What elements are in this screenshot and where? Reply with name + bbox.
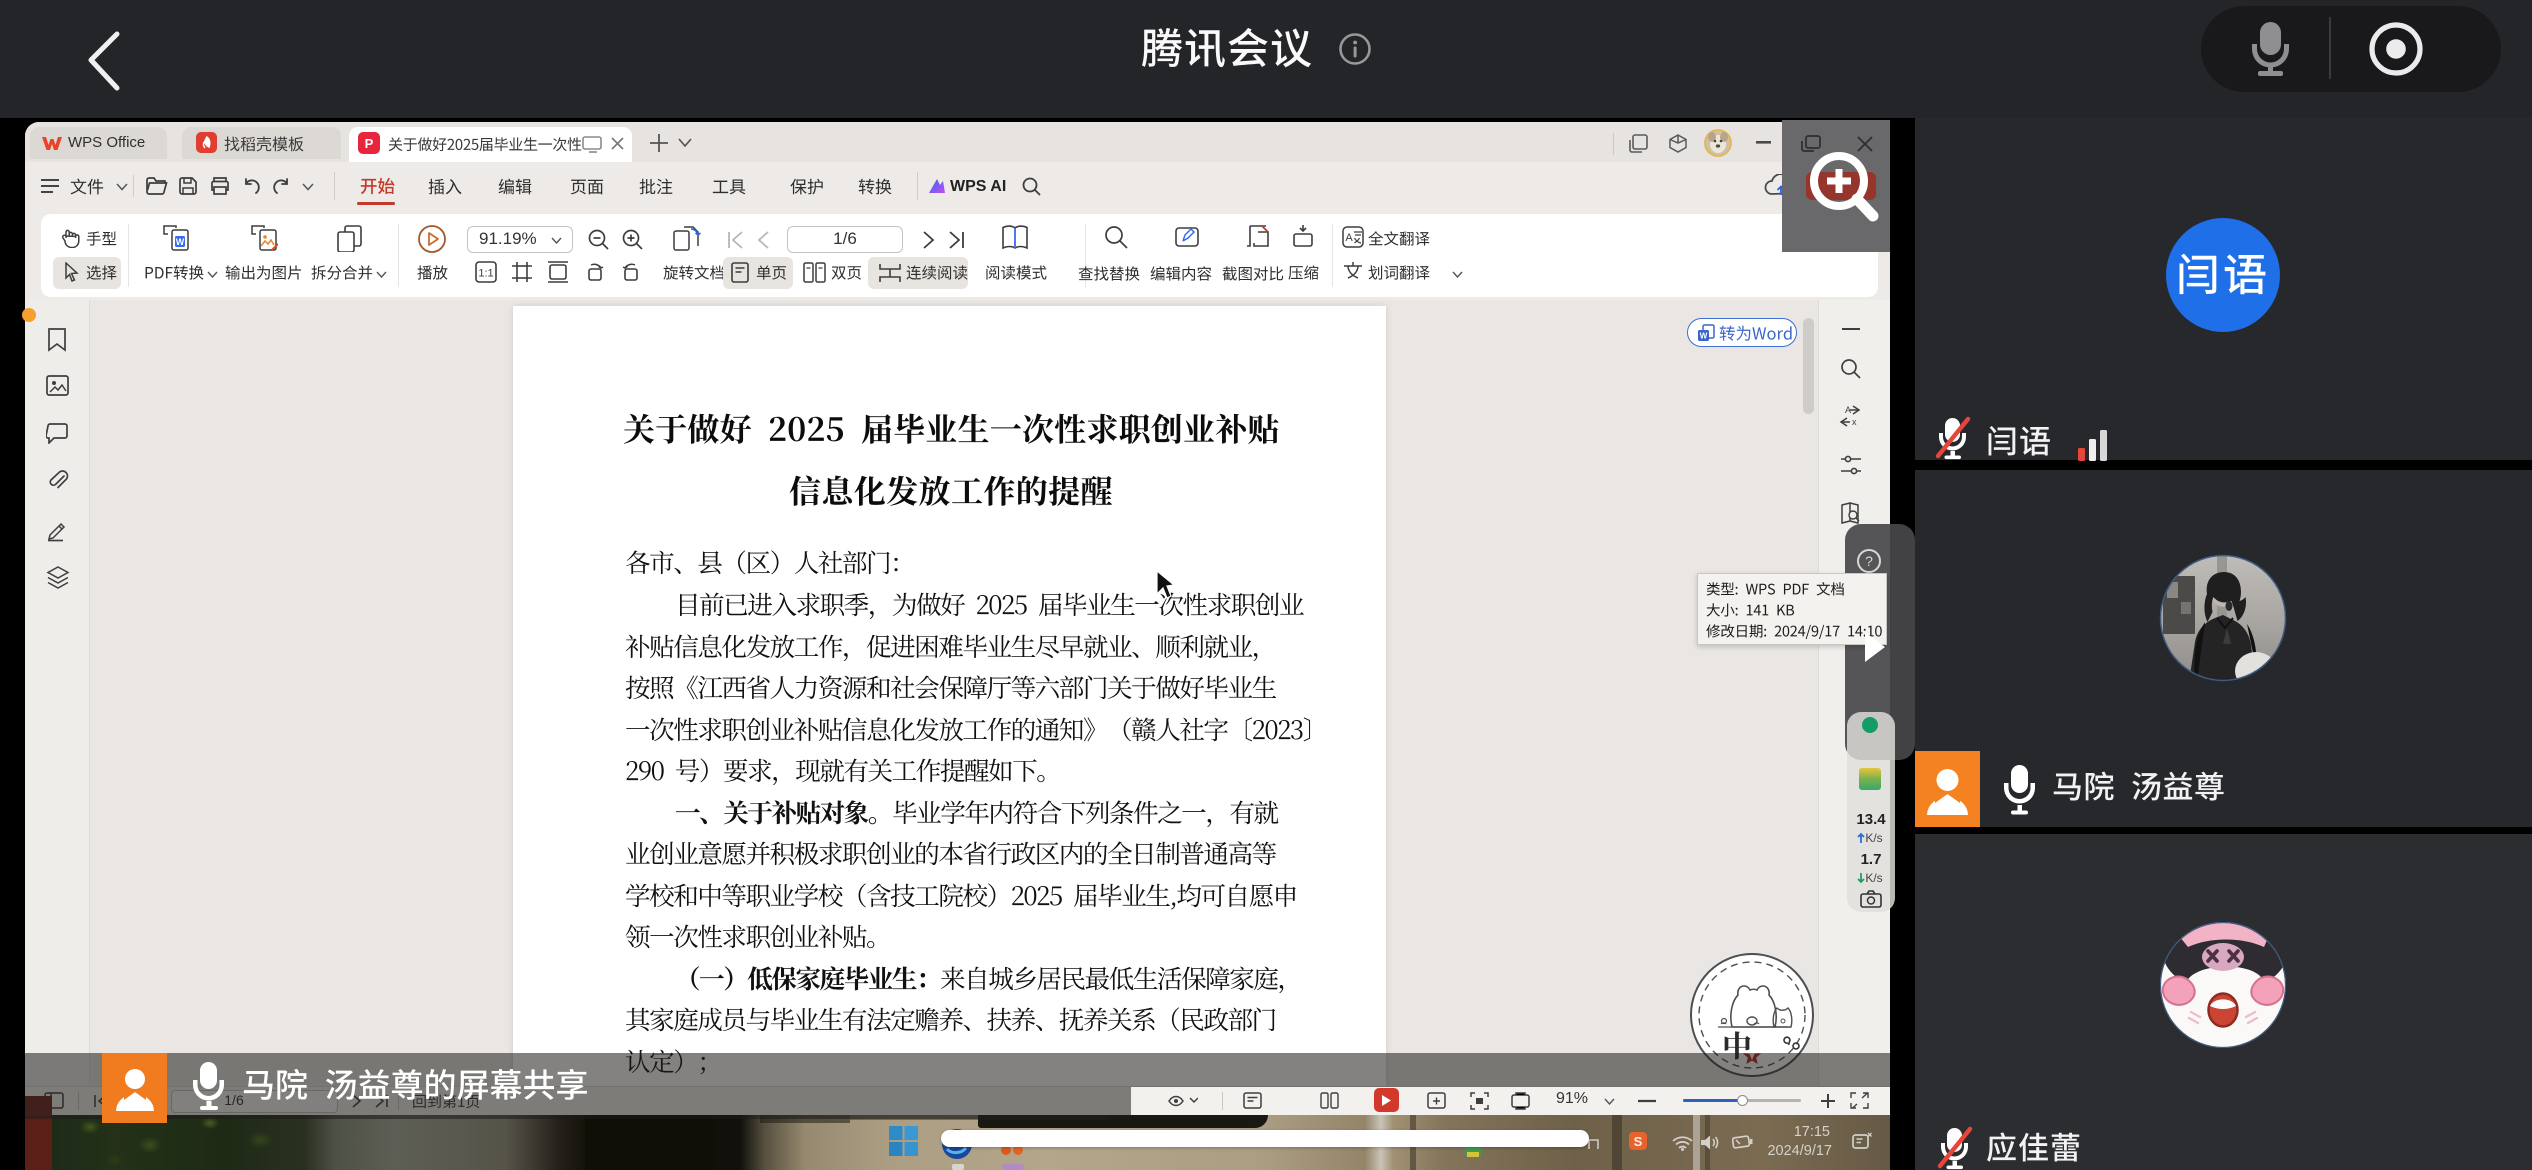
svg-text:A: A: [1345, 232, 1353, 244]
svg-text:W: W: [176, 237, 185, 247]
svg-text:x: x: [1852, 417, 1857, 427]
svg-text:S: S: [1634, 1134, 1643, 1149]
svg-text:1:1: 1:1: [478, 268, 493, 280]
svg-text:A: A: [1845, 405, 1851, 415]
svg-text:P: P: [365, 136, 374, 151]
svg-text:W: W: [1700, 332, 1708, 341]
svg-text:?: ?: [1865, 553, 1873, 569]
